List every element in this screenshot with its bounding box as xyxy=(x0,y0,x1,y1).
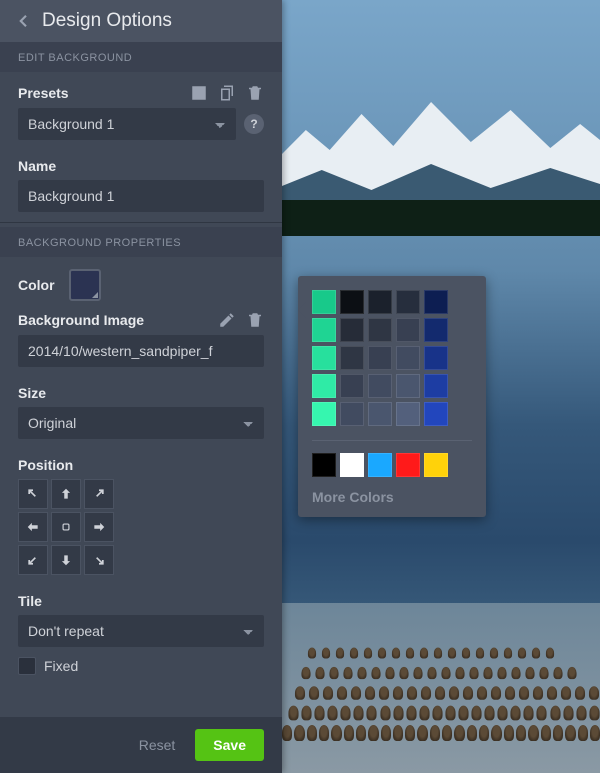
size-select[interactable]: Original xyxy=(18,407,264,439)
recent-color-swatch[interactable] xyxy=(396,453,420,477)
presets-label: Presets xyxy=(18,85,69,101)
help-icon[interactable]: ? xyxy=(244,114,264,134)
color-swatch-option[interactable] xyxy=(424,374,448,398)
color-swatch-option[interactable] xyxy=(424,346,448,370)
color-swatch-option[interactable] xyxy=(312,290,336,314)
size-label: Size xyxy=(18,385,46,401)
name-label: Name xyxy=(18,158,56,174)
color-swatch-option[interactable] xyxy=(312,402,336,426)
tile-select[interactable]: Don't repeat xyxy=(18,615,264,647)
panel-header: Design Options xyxy=(0,0,282,42)
color-swatch-option[interactable] xyxy=(368,290,392,314)
color-swatch-option[interactable] xyxy=(424,402,448,426)
tile-label: Tile xyxy=(18,593,42,609)
color-swatch-option[interactable] xyxy=(368,402,392,426)
color-swatch-option[interactable] xyxy=(340,318,364,342)
color-swatch-option[interactable] xyxy=(368,374,392,398)
name-input[interactable] xyxy=(18,180,264,212)
color-swatch-option[interactable] xyxy=(312,374,336,398)
color-label: Color xyxy=(18,277,55,293)
section-edit-background: EDIT BACKGROUND xyxy=(0,42,282,72)
position-label: Position xyxy=(18,457,73,473)
color-popover: More Colors xyxy=(298,276,486,517)
swatch-grid xyxy=(312,290,472,426)
pos-bottom[interactable] xyxy=(51,545,81,575)
panel-title: Design Options xyxy=(42,10,172,32)
edit-image-icon[interactable] xyxy=(218,311,236,329)
reset-button[interactable]: Reset xyxy=(133,736,182,754)
bg-image-label: Background Image xyxy=(18,312,144,328)
color-swatch-option[interactable] xyxy=(312,318,336,342)
recent-color-swatch[interactable] xyxy=(424,453,448,477)
pos-top-right[interactable] xyxy=(84,479,114,509)
color-swatch[interactable] xyxy=(69,269,101,301)
pos-right[interactable] xyxy=(84,512,114,542)
delete-preset-icon[interactable] xyxy=(246,84,264,102)
recent-color-swatch[interactable] xyxy=(368,453,392,477)
color-swatch-option[interactable] xyxy=(396,374,420,398)
color-swatch-option[interactable] xyxy=(312,346,336,370)
color-swatch-option[interactable] xyxy=(396,346,420,370)
pos-top-left[interactable] xyxy=(18,479,48,509)
panel-footer: Reset Save xyxy=(0,717,282,773)
pos-center[interactable] xyxy=(51,512,81,542)
pos-top[interactable] xyxy=(51,479,81,509)
copy-preset-icon[interactable] xyxy=(218,84,236,102)
recent-color-swatch[interactable] xyxy=(312,453,336,477)
recent-swatch-row xyxy=(312,440,472,477)
color-swatch-option[interactable] xyxy=(424,318,448,342)
section-bg-props: BACKGROUND PROPERTIES xyxy=(0,227,282,257)
color-swatch-option[interactable] xyxy=(340,346,364,370)
color-swatch-option[interactable] xyxy=(340,374,364,398)
position-grid xyxy=(18,479,264,575)
back-icon[interactable] xyxy=(14,12,32,30)
recent-color-swatch[interactable] xyxy=(340,453,364,477)
color-swatch-option[interactable] xyxy=(424,290,448,314)
color-swatch-option[interactable] xyxy=(396,318,420,342)
pos-bottom-right[interactable] xyxy=(84,545,114,575)
add-preset-icon[interactable] xyxy=(190,84,208,102)
fixed-checkbox[interactable] xyxy=(18,657,36,675)
color-swatch-option[interactable] xyxy=(396,402,420,426)
color-swatch-option[interactable] xyxy=(368,346,392,370)
presets-select[interactable]: Background 1 xyxy=(18,108,236,140)
pos-bottom-left[interactable] xyxy=(18,545,48,575)
delete-image-icon[interactable] xyxy=(246,311,264,329)
more-colors-link[interactable]: More Colors xyxy=(312,489,472,505)
color-swatch-option[interactable] xyxy=(368,318,392,342)
pos-left[interactable] xyxy=(18,512,48,542)
bg-image-input[interactable] xyxy=(18,335,264,367)
color-swatch-option[interactable] xyxy=(396,290,420,314)
color-swatch-option[interactable] xyxy=(340,290,364,314)
fixed-label: Fixed xyxy=(44,658,78,674)
color-swatch-option[interactable] xyxy=(340,402,364,426)
design-options-panel: Design Options EDIT BACKGROUND Presets B… xyxy=(0,0,282,773)
save-button[interactable]: Save xyxy=(195,729,264,761)
